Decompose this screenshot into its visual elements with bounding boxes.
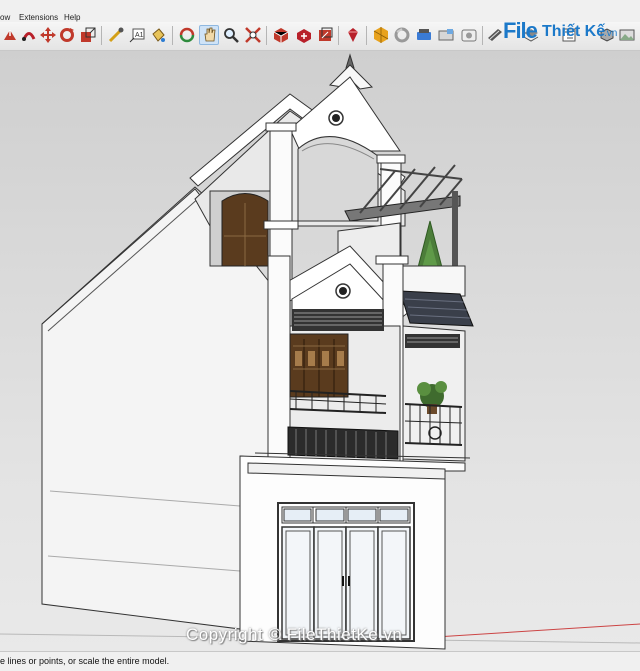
paint-bucket-icon[interactable] — [149, 26, 167, 44]
pan-icon[interactable] — [199, 25, 219, 45]
toolbar-separator — [482, 26, 483, 45]
orbit-icon[interactable] — [178, 26, 196, 44]
move-icon[interactable] — [39, 26, 57, 44]
zoom-icon[interactable] — [222, 26, 240, 44]
extension-warehouse-icon[interactable] — [316, 26, 334, 44]
svg-text:A1: A1 — [135, 32, 144, 39]
status-text: e lines or points, or scale the entire m… — [0, 656, 170, 666]
section-icon[interactable] — [437, 26, 455, 44]
tape-measure-icon[interactable] — [107, 26, 125, 44]
solid-tools-icon[interactable] — [372, 26, 390, 44]
followme-icon[interactable] — [20, 26, 38, 44]
logo-tld-text: .vn — [604, 28, 618, 39]
menu-extensions[interactable]: Extensions — [19, 13, 58, 22]
ruby-icon[interactable] — [344, 26, 362, 44]
filethietke-logo: File Thiết Kế .vn — [500, 18, 640, 52]
toolbar-separator — [172, 26, 173, 45]
logo-file-text: File — [503, 18, 538, 43]
scale-icon[interactable] — [79, 26, 97, 44]
toolbar-separator — [101, 26, 102, 45]
copyright-watermark: Copyright © FileThietKe.vn — [186, 625, 403, 644]
rotate-icon[interactable] — [58, 26, 76, 44]
sandbox-icon[interactable] — [393, 26, 411, 44]
zoom-extents-icon[interactable] — [244, 26, 262, 44]
menu-help[interactable]: Help — [64, 13, 80, 22]
toolbar-separator — [266, 26, 267, 45]
styles-icon[interactable] — [460, 26, 478, 44]
camera-icon[interactable] — [415, 26, 433, 44]
logo-thietke-text: Thiết Kế — [542, 23, 606, 40]
menu-window[interactable]: ow — [0, 13, 10, 22]
get-models-icon[interactable] — [272, 26, 290, 44]
toolbar-separator — [366, 26, 367, 45]
model-viewport[interactable]: Copyright © FileThietKe.vn — [0, 51, 640, 651]
house-model — [0, 53, 640, 650]
toolbar-separator — [338, 26, 339, 45]
text-icon[interactable]: A1 — [128, 26, 146, 44]
status-bar: e lines or points, or scale the entire m… — [0, 651, 640, 671]
share-model-icon[interactable] — [295, 26, 313, 44]
pushpull-icon[interactable] — [1, 26, 19, 44]
